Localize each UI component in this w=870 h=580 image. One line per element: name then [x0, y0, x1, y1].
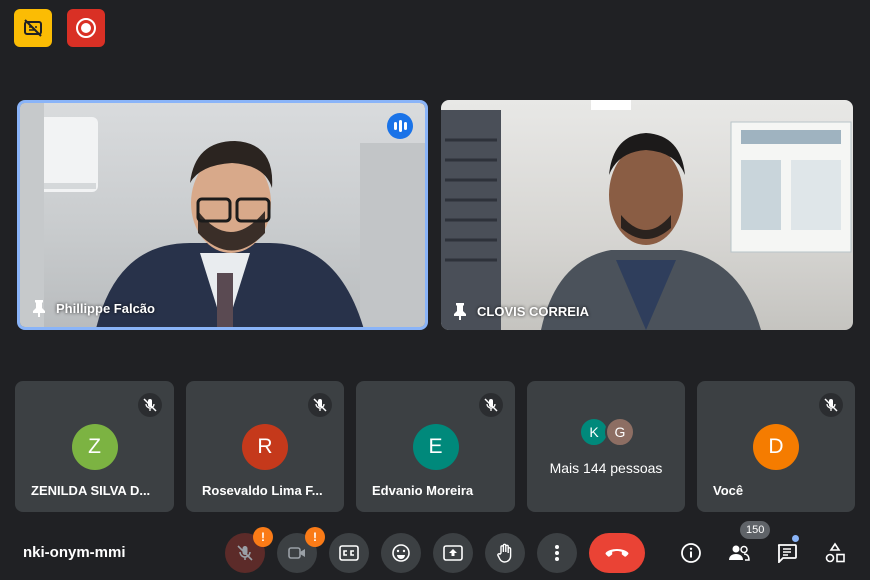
info-icon	[681, 543, 701, 563]
chat-icon	[777, 544, 797, 563]
participant-tile[interactable]: E Edvanio Moreira	[356, 381, 515, 512]
emoji-icon	[392, 544, 410, 562]
captions-unavailable-icon	[24, 19, 42, 37]
raise-hand-button[interactable]	[485, 533, 525, 573]
avatar: E	[412, 424, 459, 470]
mic-off-icon	[819, 393, 843, 417]
closed-captions-icon	[339, 545, 359, 561]
video-tile-participant[interactable]: CLOVIS CORREIA	[441, 100, 853, 330]
more-participants-avatars: K G	[579, 417, 635, 447]
leave-call-button[interactable]	[589, 533, 645, 573]
record-icon	[76, 18, 96, 38]
speaking-indicator-icon	[387, 113, 413, 139]
camera-feed	[441, 100, 853, 330]
participant-name: CLOVIS CORREIA	[477, 303, 589, 319]
captions-button[interactable]	[329, 533, 369, 573]
hang-up-icon	[605, 549, 629, 557]
camera-off-icon	[288, 547, 305, 559]
tile-name-label: Phillippe Falcão	[32, 299, 155, 317]
participant-name: ZENILDA SILVA D...	[31, 483, 151, 498]
avatar: D	[753, 424, 799, 470]
participant-tile[interactable]: Z ZENILDA SILVA D...	[15, 381, 174, 512]
avatar: G	[605, 417, 635, 447]
people-button[interactable]	[723, 537, 755, 569]
present-screen-icon	[443, 545, 463, 561]
mic-warning-badge: !	[253, 527, 273, 547]
mic-toggle-button[interactable]: !	[225, 527, 273, 573]
captions-unavailable-badge[interactable]	[14, 9, 52, 47]
video-tile-speaker[interactable]: Phillippe Falcão	[17, 100, 428, 330]
mic-off-icon	[237, 545, 253, 561]
mic-off-icon	[308, 393, 332, 417]
participant-name: Edvanio Moreira	[372, 483, 474, 498]
camera-warning-badge: !	[305, 527, 325, 547]
more-participants-tile[interactable]: K G Mais 144 pessoas	[527, 381, 685, 512]
participant-tile-self[interactable]: D Você	[697, 381, 855, 512]
mic-off-icon	[138, 393, 162, 417]
more-vert-icon	[555, 545, 559, 561]
meeting-code: nki-onym-mmi	[23, 544, 126, 561]
activities-button[interactable]	[819, 537, 851, 569]
more-participants-label: Mais 144 pessoas	[549, 460, 663, 476]
chat-button[interactable]	[771, 537, 803, 569]
tile-name-label: CLOVIS CORREIA	[453, 302, 589, 320]
hand-icon	[497, 543, 512, 563]
participant-name: Phillippe Falcão	[56, 300, 155, 316]
present-screen-button[interactable]	[433, 533, 473, 573]
participant-name: Rosevaldo Lima F...	[202, 483, 323, 498]
people-icon	[729, 545, 750, 561]
camera-feed	[20, 103, 425, 327]
avatar: Z	[71, 424, 118, 470]
activities-icon	[825, 542, 845, 563]
mic-off-icon	[479, 393, 503, 417]
camera-feed-image	[441, 100, 852, 330]
pin-icon[interactable]	[32, 299, 46, 317]
camera-toggle-button[interactable]: !	[277, 527, 325, 573]
avatar: R	[242, 424, 288, 470]
more-options-button[interactable]	[537, 533, 577, 573]
recording-badge[interactable]	[67, 9, 105, 47]
reactions-button[interactable]	[381, 533, 421, 573]
camera-feed-image	[20, 103, 425, 327]
participant-name: Você	[713, 483, 744, 498]
meeting-details-button[interactable]	[675, 537, 707, 569]
pin-icon[interactable]	[453, 302, 467, 320]
participant-tile[interactable]: R Rosevaldo Lima F...	[186, 381, 344, 512]
